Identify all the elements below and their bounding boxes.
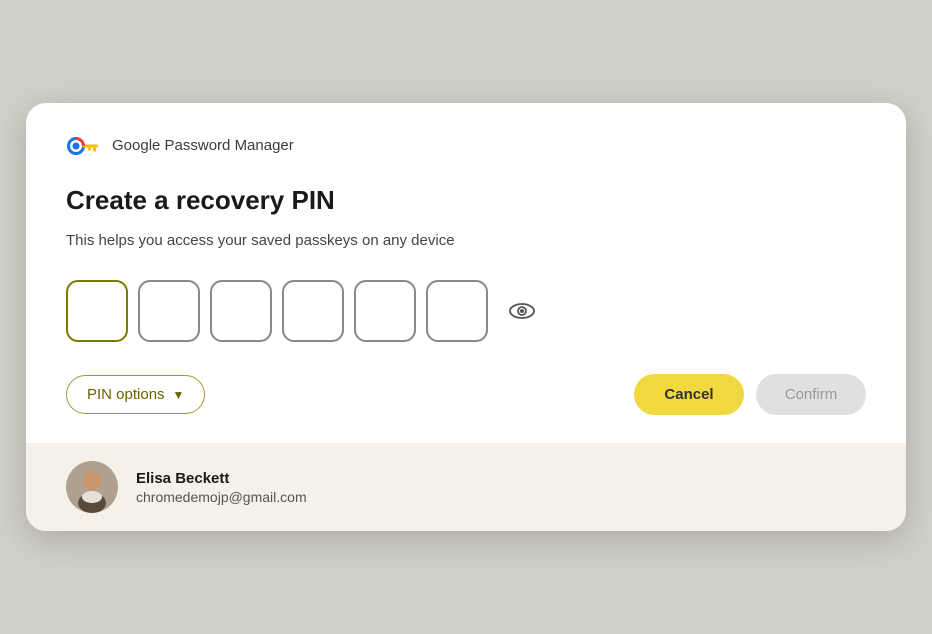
cancel-button[interactable]: Cancel bbox=[634, 374, 744, 415]
user-email: chromedemojp@gmail.com bbox=[136, 489, 307, 505]
page-background: Google Password Manager Create a recover… bbox=[0, 0, 932, 634]
gpm-header-label: Google Password Manager bbox=[112, 137, 294, 154]
pin-box-4[interactable] bbox=[282, 280, 344, 342]
dialog-content: Google Password Manager Create a recover… bbox=[26, 103, 906, 444]
confirm-button[interactable]: Confirm bbox=[756, 374, 866, 415]
user-footer: Elisa Beckett chromedemojp@gmail.com bbox=[26, 443, 906, 531]
pin-box-3[interactable] bbox=[210, 280, 272, 342]
pin-box-2[interactable] bbox=[138, 280, 200, 342]
user-info: Elisa Beckett chromedemojp@gmail.com bbox=[136, 470, 307, 505]
gpm-logo bbox=[66, 135, 102, 157]
pin-box-6[interactable] bbox=[426, 280, 488, 342]
pin-box-1[interactable] bbox=[66, 280, 128, 342]
recovery-pin-dialog: Google Password Manager Create a recover… bbox=[26, 103, 906, 532]
right-buttons-group: Cancel Confirm bbox=[634, 374, 866, 415]
pin-box-5[interactable] bbox=[354, 280, 416, 342]
toggle-pin-visibility-button[interactable] bbox=[504, 296, 540, 326]
pin-options-button[interactable]: PIN options ▼ bbox=[66, 375, 205, 414]
pin-input-row bbox=[66, 280, 866, 342]
dialog-title: Create a recovery PIN bbox=[66, 185, 866, 216]
chevron-down-icon: ▼ bbox=[173, 388, 185, 402]
user-name: Elisa Beckett bbox=[136, 470, 307, 487]
pin-options-label: PIN options bbox=[87, 386, 165, 403]
dialog-description: This helps you access your saved passkey… bbox=[66, 230, 866, 253]
actions-row: PIN options ▼ Cancel Confirm bbox=[66, 374, 866, 415]
user-avatar bbox=[66, 461, 118, 513]
dialog-header: Google Password Manager bbox=[66, 135, 866, 157]
